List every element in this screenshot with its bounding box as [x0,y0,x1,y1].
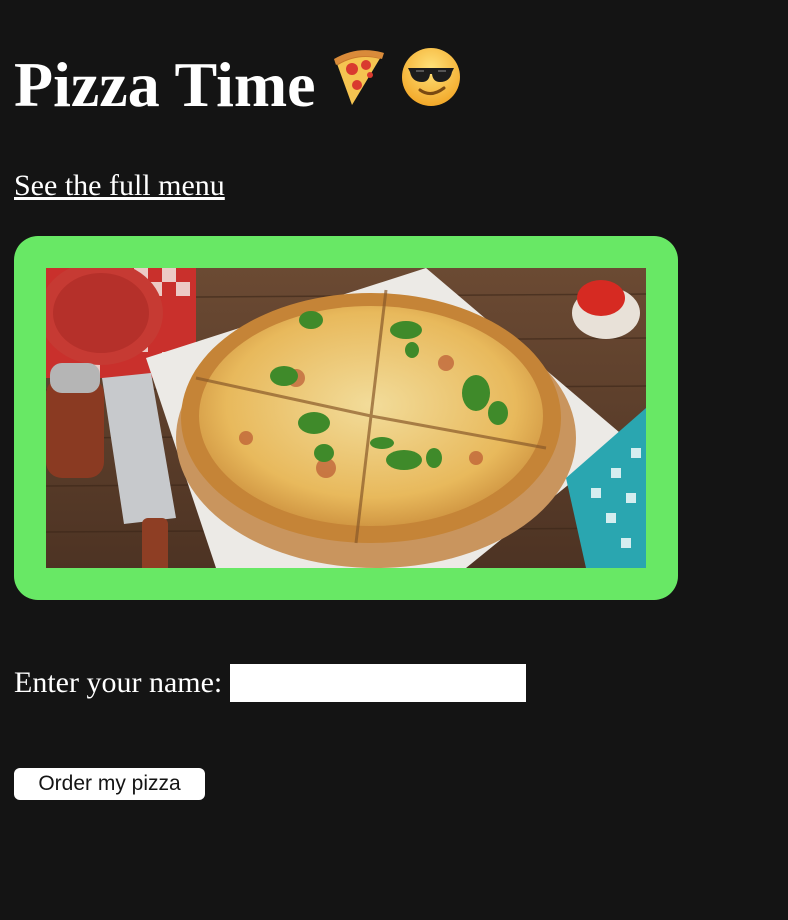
pizza-photo [46,268,646,568]
order-pizza-button[interactable]: Order my pizza [14,768,205,800]
full-menu-link[interactable]: See the full menu [14,168,225,204]
pizza-image-frame [14,236,678,600]
pizza-slice-icon [330,47,386,122]
sunglasses-face-icon [400,46,462,123]
page: Pizza Time See the full menu Enter your … [0,0,788,920]
page-title: Pizza Time [14,46,462,123]
page-title-text: Pizza Time [14,48,316,120]
name-form-row: Enter your name: [14,664,527,702]
name-label: Enter your name: [14,666,223,699]
name-input[interactable] [230,664,527,702]
